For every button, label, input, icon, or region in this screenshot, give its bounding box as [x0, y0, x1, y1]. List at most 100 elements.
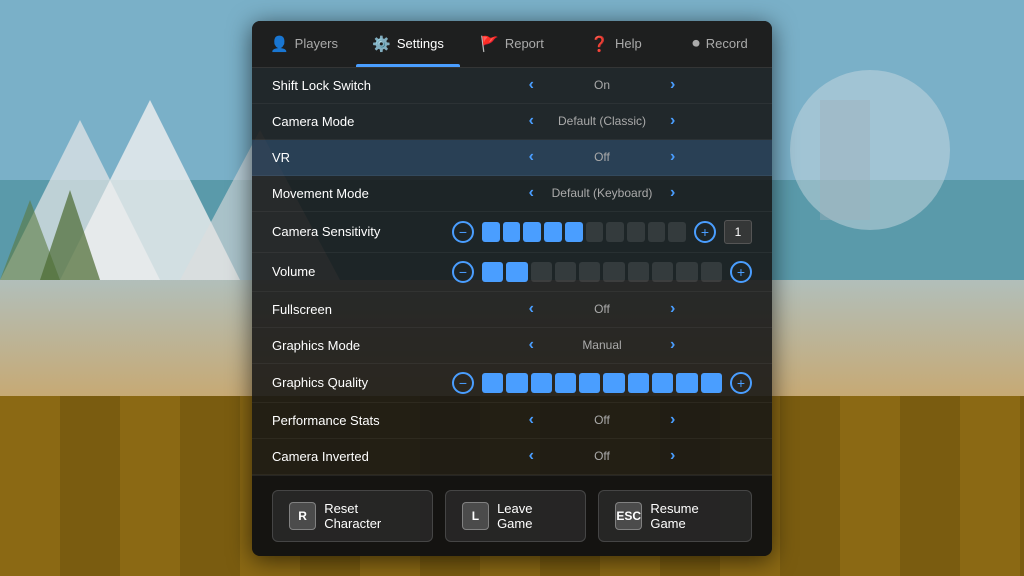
setting-value-performance-stats: Off [542, 413, 662, 427]
bar-9 [701, 373, 722, 393]
setting-row-camera-sensitivity: Camera Sensitivity − + 1 [252, 212, 772, 253]
slider-minus-volume[interactable]: − [452, 261, 474, 283]
setting-control-camera-mode: ‹ Default (Classic) › [452, 112, 752, 130]
arrow-right-performance-stats[interactable]: › [670, 411, 675, 429]
tab-bar: 👤 Players ⚙️ Settings 🚩Report❓Help⏺Record [252, 21, 772, 68]
help-tab-label: Help [615, 36, 642, 51]
setting-row-shift-lock: Shift Lock Switch ‹ On › [252, 68, 772, 104]
action-btn-reset-character[interactable]: R Reset Character [272, 490, 433, 542]
setting-row-graphics-mode: Graphics Mode ‹ Manual › [252, 328, 772, 364]
slider-plus-camera-sensitivity[interactable]: + [694, 221, 716, 243]
bar-9 [668, 222, 686, 242]
settings-tab-icon: ⚙️ [372, 35, 391, 53]
tab-players[interactable]: 👤 Players [252, 21, 356, 67]
setting-label-camera-inverted: Camera Inverted [272, 449, 452, 464]
settings-tab-label: Settings [397, 36, 444, 51]
bar-5 [603, 373, 624, 393]
players-tab-icon: 👤 [270, 35, 289, 53]
slider-plus-graphics-quality[interactable]: + [730, 372, 752, 394]
arrow-right-shift-lock[interactable]: › [670, 76, 675, 94]
arrow-right-fullscreen[interactable]: › [670, 300, 675, 318]
arrow-right-camera-inverted[interactable]: › [670, 447, 675, 465]
settings-list: Shift Lock Switch ‹ On › Camera Mode ‹ D… [252, 68, 772, 475]
arrow-right-graphics-mode[interactable]: › [670, 336, 675, 354]
bar-3 [555, 262, 576, 282]
slider-track-volume[interactable] [482, 262, 722, 282]
setting-row-graphics-quality: Graphics Quality − + [252, 364, 772, 403]
bar-0 [482, 222, 500, 242]
arrow-left-camera-mode[interactable]: ‹ [529, 112, 534, 130]
arrow-left-graphics-mode[interactable]: ‹ [529, 336, 534, 354]
setting-label-camera-sensitivity: Camera Sensitivity [272, 224, 452, 239]
slider-track-camera-sensitivity[interactable] [482, 222, 686, 242]
arrow-left-shift-lock[interactable]: ‹ [529, 76, 534, 94]
setting-value-movement-mode: Default (Keyboard) [542, 186, 662, 200]
setting-row-vr: VR ‹ Off › [252, 140, 772, 176]
arrow-left-movement-mode[interactable]: ‹ [529, 184, 534, 202]
tab-help[interactable]: ❓Help [564, 21, 668, 67]
setting-value-graphics-mode: Manual [542, 338, 662, 352]
slider-track-graphics-quality[interactable] [482, 373, 722, 393]
tab-record[interactable]: ⏺Record [668, 21, 772, 67]
bar-0 [482, 373, 503, 393]
bar-6 [606, 222, 624, 242]
setting-label-fullscreen: Fullscreen [272, 302, 452, 317]
bar-7 [627, 222, 645, 242]
bar-8 [676, 262, 697, 282]
setting-value-vr: Off [542, 150, 662, 164]
bar-1 [506, 373, 527, 393]
bar-8 [676, 373, 697, 393]
key-badge-reset-character: R [289, 502, 316, 530]
bar-2 [531, 373, 552, 393]
bar-7 [652, 373, 673, 393]
arrow-right-movement-mode[interactable]: › [670, 184, 675, 202]
arrow-left-performance-stats[interactable]: ‹ [529, 411, 534, 429]
setting-control-vr: ‹ Off › [452, 148, 752, 166]
players-tab-label: Players [295, 36, 338, 51]
bar-5 [603, 262, 624, 282]
setting-row-volume: Volume − + [252, 253, 772, 292]
action-label-reset-character: Reset Character [324, 501, 416, 531]
setting-label-movement-mode: Movement Mode [272, 186, 452, 201]
bar-2 [523, 222, 541, 242]
bar-0 [482, 262, 503, 282]
setting-label-vr: VR [272, 150, 452, 165]
bar-9 [701, 262, 722, 282]
setting-value-camera-mode: Default (Classic) [542, 114, 662, 128]
slider-plus-volume[interactable]: + [730, 261, 752, 283]
bar-4 [579, 373, 600, 393]
setting-label-performance-stats: Performance Stats [272, 413, 452, 428]
setting-control-performance-stats: ‹ Off › [452, 411, 752, 429]
slider-minus-graphics-quality[interactable]: − [452, 372, 474, 394]
setting-value-shift-lock: On [542, 78, 662, 92]
action-btn-leave-game[interactable]: L Leave Game [445, 490, 586, 542]
bottom-buttons: R Reset Character L Leave Game ESC Resum… [252, 475, 772, 556]
action-label-leave-game: Leave Game [497, 501, 569, 531]
bar-4 [565, 222, 583, 242]
setting-control-graphics-mode: ‹ Manual › [452, 336, 752, 354]
report-tab-label: Report [505, 36, 544, 51]
settings-modal: 👤 Players ⚙️ Settings 🚩Report❓Help⏺Record Sh… [252, 21, 772, 556]
bar-6 [628, 373, 649, 393]
bar-5 [586, 222, 604, 242]
bar-8 [648, 222, 666, 242]
setting-control-fullscreen: ‹ Off › [452, 300, 752, 318]
bar-6 [628, 262, 649, 282]
arrow-left-vr[interactable]: ‹ [529, 148, 534, 166]
setting-label-volume: Volume [272, 264, 452, 279]
setting-control-movement-mode: ‹ Default (Keyboard) › [452, 184, 752, 202]
arrow-left-fullscreen[interactable]: ‹ [529, 300, 534, 318]
modal-overlay: 👤 Players ⚙️ Settings 🚩Report❓Help⏺Record Sh… [0, 0, 1024, 576]
slider-minus-camera-sensitivity[interactable]: − [452, 221, 474, 243]
arrow-left-camera-inverted[interactable]: ‹ [529, 447, 534, 465]
setting-control-volume: − + [452, 261, 752, 283]
setting-label-graphics-quality: Graphics Quality [272, 375, 452, 390]
tab-report[interactable]: 🚩Report [460, 21, 564, 67]
arrow-right-camera-mode[interactable]: › [670, 112, 675, 130]
action-btn-resume-game[interactable]: ESC Resume Game [598, 490, 752, 542]
setting-label-camera-mode: Camera Mode [272, 114, 452, 129]
arrow-right-vr[interactable]: › [670, 148, 675, 166]
tab-settings[interactable]: ⚙️ Settings [356, 21, 460, 67]
bar-3 [544, 222, 562, 242]
setting-row-performance-stats: Performance Stats ‹ Off › [252, 403, 772, 439]
